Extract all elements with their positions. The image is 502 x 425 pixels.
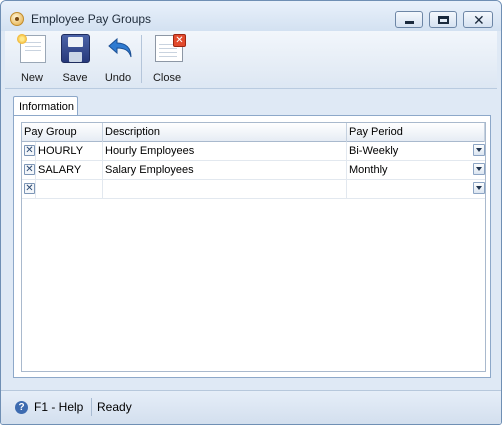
close-icon: ✕ (473, 12, 485, 28)
column-header-description[interactable]: Description (103, 123, 347, 142)
delete-row-icon[interactable]: ✕ (24, 145, 35, 156)
close-window-button[interactable]: ✕ (463, 11, 493, 28)
chevron-down-icon[interactable] (473, 163, 485, 175)
help-label[interactable]: F1 - Help (34, 400, 83, 414)
new-button[interactable]: New (15, 33, 49, 87)
close-button-label: Close (152, 72, 182, 84)
column-header-pay-group[interactable]: Pay Group (22, 123, 103, 142)
toolbar-separator (141, 35, 142, 83)
maximize-button[interactable] (429, 11, 457, 28)
undo-button-label: Undo (104, 72, 132, 84)
description-cell[interactable]: Hourly Employees (103, 142, 347, 161)
maximize-icon (438, 16, 449, 24)
description-cell[interactable] (103, 180, 347, 199)
minimize-icon (405, 21, 414, 24)
delete-row-icon[interactable]: ✕ (24, 164, 35, 175)
chevron-down-icon[interactable] (473, 144, 485, 156)
window-title: Employee Pay Groups (31, 12, 152, 26)
close-document-icon: ✕ (151, 33, 186, 65)
pay-group-cell[interactable]: HOURLY (36, 142, 103, 161)
pay-group-cell[interactable]: SALARY (36, 161, 103, 180)
undo-arrow-icon (102, 33, 134, 65)
status-separator (91, 398, 92, 416)
chevron-down-icon[interactable] (473, 182, 485, 194)
description-cell[interactable]: Salary Employees (103, 161, 347, 180)
toolbar: New Save Undo ✕ Close (5, 31, 497, 89)
save-button[interactable]: Save (57, 33, 93, 87)
pay-period-value: Monthly (349, 164, 388, 176)
close-button[interactable]: ✕ Close (147, 33, 187, 87)
floppy-disk-icon (59, 33, 91, 65)
delete-row-icon[interactable]: ✕ (24, 183, 35, 194)
status-bar: ? F1 - Help Ready (1, 390, 501, 424)
minimize-button[interactable] (395, 11, 423, 28)
column-header-pay-period[interactable]: Pay Period (347, 123, 485, 142)
undo-button[interactable]: Undo (99, 33, 137, 87)
table-row: ✕ SALARY Salary Employees Monthly (22, 161, 485, 180)
information-panel: Pay Group Description Pay Period ✕ HOURL… (13, 115, 491, 378)
pay-period-cell[interactable]: Monthly (347, 161, 485, 180)
save-button-label: Save (62, 72, 88, 84)
new-table-row: ✕ (22, 180, 485, 199)
help-icon[interactable]: ? (15, 401, 28, 414)
employee-pay-groups-window: Employee Pay Groups ✕ New Save Undo ✕ Cl… (0, 0, 502, 425)
new-button-label: New (20, 72, 43, 84)
pay-groups-grid: Pay Group Description Pay Period ✕ HOURL… (21, 122, 486, 372)
pay-period-value: Bi-Weekly (349, 145, 399, 157)
pay-period-cell[interactable] (347, 180, 485, 199)
status-text: Ready (97, 400, 132, 414)
title-bar[interactable]: Employee Pay Groups ✕ (1, 1, 501, 31)
pay-group-cell[interactable] (36, 180, 103, 199)
tab-information[interactable]: Information (13, 96, 78, 116)
pay-period-cell[interactable]: Bi-Weekly (347, 142, 485, 161)
app-icon[interactable] (10, 12, 24, 26)
table-row: ✕ HOURLY Hourly Employees Bi-Weekly (22, 142, 485, 161)
new-document-icon (16, 33, 48, 65)
grid-header: Pay Group Description Pay Period (22, 123, 485, 142)
